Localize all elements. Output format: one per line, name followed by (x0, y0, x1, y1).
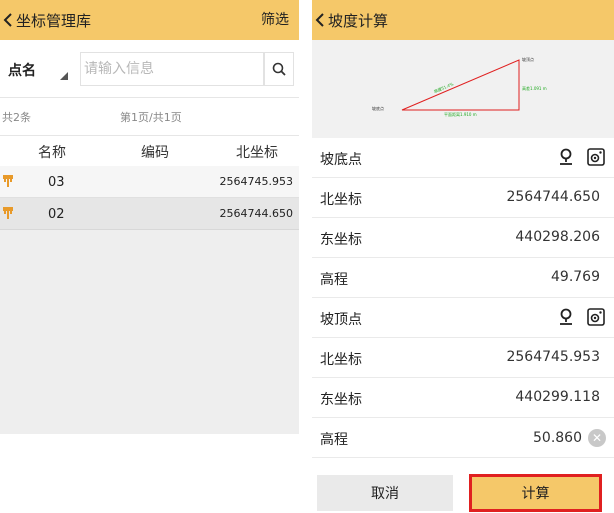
field-label: 北坐标 (320, 352, 362, 368)
field-label: 高程 (320, 432, 348, 448)
table-row[interactable]: 02 2564744.650 (0, 198, 299, 230)
pager-info: 共2条 第1页/共1页 (0, 97, 299, 135)
coordinate-library-screen: 坐标管理库 筛选 点名 共2条 第1页/共1页 名称 编码 北坐标 03 256… (0, 0, 299, 513)
field-label: 东坐标 (320, 232, 362, 248)
field-select[interactable]: 点名 (8, 56, 72, 84)
row-name: 02 (48, 207, 65, 222)
clear-icon[interactable]: ✕ (588, 429, 606, 447)
left-header: 坐标管理库 筛选 (0, 0, 299, 40)
bottom-north-row[interactable]: 北坐标 2564744.650 (312, 178, 614, 218)
top-east-row[interactable]: 东坐标 440299.118 (312, 378, 614, 418)
point-library-icon[interactable] (586, 147, 606, 167)
back-icon[interactable] (312, 0, 328, 40)
column-name: 名称 (38, 145, 66, 161)
back-icon[interactable] (0, 0, 16, 40)
bottom-point-label: 坡底点 (372, 105, 384, 111)
field-value-wrap: 50.860 ✕ (533, 429, 606, 447)
slope-diagram: 坡顶点 坡底点 高差1.091 m 坡度51.4% 平面距离1.910 m (312, 40, 614, 138)
right-header: 坡度计算 (312, 0, 614, 40)
field-value: 2564745.953 (506, 349, 600, 365)
row-north: 2564745.953 (219, 175, 293, 188)
height-diff-label: 高差1.091 m (522, 85, 547, 91)
slope-bottom-point-row: 坡底点 (312, 138, 614, 178)
pin-icon (3, 175, 13, 187)
field-label: 坡顶点 (320, 312, 362, 328)
field-label: 北坐标 (320, 192, 362, 208)
search-icon (272, 62, 286, 76)
pin-icon (3, 207, 13, 219)
cancel-button[interactable]: 取消 (317, 475, 453, 511)
bottom-elevation-row[interactable]: 高程 49.769 (312, 258, 614, 298)
column-code: 编码 (141, 145, 169, 161)
location-pin-icon[interactable] (556, 147, 576, 167)
row-name: 03 (48, 175, 65, 190)
location-pin-icon[interactable] (556, 307, 576, 327)
field-label: 坡底点 (320, 152, 362, 168)
point-list: 03 2564745.953 02 2564744.650 (0, 166, 299, 434)
field-value: 50.860 (533, 430, 582, 446)
field-label: 高程 (320, 272, 348, 288)
total-count: 共2条 (2, 111, 31, 124)
horizontal-distance-label: 平面距离1.910 m (444, 111, 477, 117)
page-title: 坐标管理库 (16, 11, 92, 30)
slope-top-point-row: 坡顶点 (312, 298, 614, 338)
dropdown-corner-icon (60, 72, 68, 80)
field-value: 440299.118 (515, 389, 600, 405)
bottom-east-row[interactable]: 东坐标 440298.206 (312, 218, 614, 258)
calculate-button[interactable]: 计算 (469, 474, 602, 512)
search-button[interactable] (264, 52, 294, 86)
slope-calculation-screen: 坡度计算 坡顶点 坡底点 高差1.091 m 坡度51.4% 平面距离1.910… (312, 0, 614, 513)
top-point-label: 坡顶点 (522, 56, 534, 62)
field-select-value: 点名 (8, 63, 36, 79)
table-header: 名称 编码 北坐标 (0, 135, 299, 166)
filter-button[interactable]: 筛选 (261, 0, 289, 40)
search-row: 点名 (0, 52, 299, 86)
table-row[interactable]: 03 2564745.953 (0, 166, 299, 198)
page-title: 坡度计算 (328, 11, 389, 30)
page-indicator: 第1页/共1页 (120, 111, 182, 124)
top-elevation-row[interactable]: 高程 50.860 ✕ (312, 418, 614, 458)
top-north-row[interactable]: 北坐标 2564745.953 (312, 338, 614, 378)
slope-triangle (401, 59, 520, 111)
column-north: 北坐标 (236, 145, 278, 161)
field-value: 440298.206 (515, 229, 600, 245)
field-value: 49.769 (551, 269, 600, 285)
search-input[interactable] (80, 52, 264, 86)
field-value: 2564744.650 (506, 189, 600, 205)
field-label: 东坐标 (320, 392, 362, 408)
row-north: 2564744.650 (219, 207, 293, 220)
point-library-icon[interactable] (586, 307, 606, 327)
